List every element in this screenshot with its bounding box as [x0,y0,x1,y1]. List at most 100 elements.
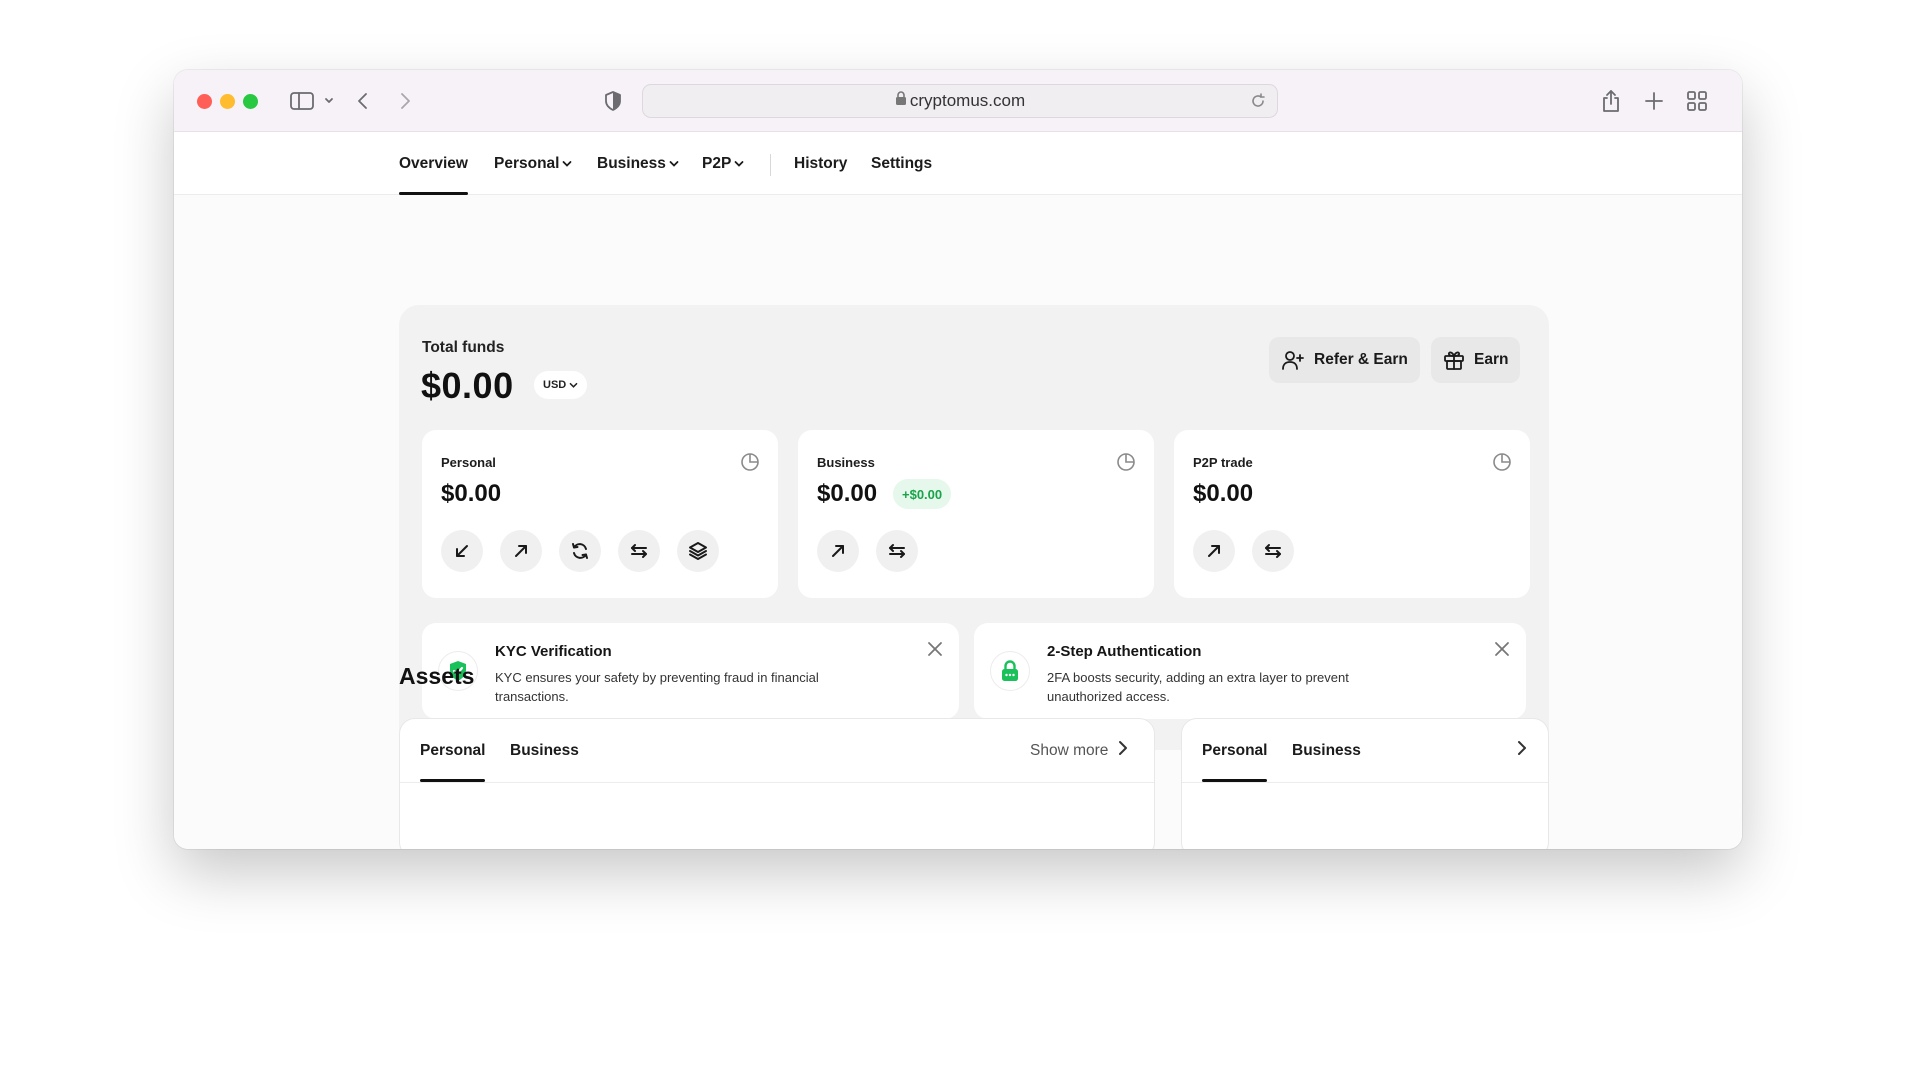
wallet-name: Business [817,455,875,470]
send-button[interactable] [1193,530,1235,572]
chevron-down-icon [563,160,572,167]
tab-personal[interactable]: Personal [1202,719,1268,782]
notice-text: 2FA boosts security, adding an extra lay… [1047,668,1349,706]
notice-text-line: KYC ensures your safety by preventing fr… [495,670,819,685]
refer-and-earn-button[interactable]: Refer & Earn [1269,337,1420,383]
tab-personal[interactable]: Personal [420,719,486,782]
minimize-window-button[interactable] [220,94,235,109]
wallet-amount: $0.00 [441,480,502,507]
close-window-button[interactable] [197,94,212,109]
pie-chart-icon[interactable] [740,452,760,477]
wallet-name: Personal [441,455,496,470]
url-text: cryptomus.com [909,91,1026,110]
nav-divider [770,154,771,176]
send-button[interactable] [500,530,542,572]
tab-overview-icon[interactable] [1684,88,1710,114]
close-icon[interactable] [1494,641,1510,662]
assets-list-card: Personal Business Show more [399,718,1155,849]
lock-icon [895,91,907,111]
total-funds-label: Total funds [422,339,505,356]
wallet-card-personal[interactable]: Personal $0.00 [422,430,778,598]
privacy-shield-icon[interactable] [602,88,624,114]
refer-and-earn-label: Refer & Earn [1314,351,1408,368]
wallet-actions [441,530,719,572]
arrow-up-right-icon [515,545,527,557]
tab-business-label: Business [1292,741,1361,759]
transfer-button[interactable] [876,530,918,572]
wallet-card-business[interactable]: Business $0.00 +$0.00 [798,430,1154,598]
tab-personal-label: Personal [420,741,486,759]
layers-icon [689,542,707,560]
kyc-notice[interactable]: KYC Verification KYC ensures your safety… [422,623,959,719]
receive-button[interactable] [441,530,483,572]
nav-business[interactable]: Business [597,132,679,195]
reload-icon[interactable] [1249,92,1267,115]
swap-icon [631,544,647,558]
nav-overview-label: Overview [399,154,468,172]
nav-business-label: Business [597,154,666,172]
assets-side-card: Personal Business [1181,718,1549,849]
chevron-right-icon [1517,740,1527,761]
notice-text-line: transactions. [495,689,569,704]
browser-window: cryptomus.com Overview Personal Business [174,70,1742,849]
tab-business[interactable]: Business [1292,719,1361,782]
notice-text-line: 2FA boosts security, adding an extra lay… [1047,670,1349,685]
wallet-actions [1193,530,1294,572]
wallet-card-p2p[interactable]: P2P trade $0.00 [1174,430,1530,598]
share-icon[interactable] [1598,88,1624,114]
chevron-down-icon [669,160,679,167]
two-factor-notice[interactable]: 2-Step Authentication 2FA boosts securit… [974,623,1526,719]
maximize-window-button[interactable] [243,94,258,109]
notice-text: KYC ensures your safety by preventing fr… [495,668,819,706]
currency-select[interactable]: USD [534,371,588,399]
notice-title: 2-Step Authentication [1047,643,1202,660]
show-more-label: Show more [1030,741,1109,759]
new-tab-icon[interactable] [1642,88,1666,114]
send-button[interactable] [817,530,859,572]
wallet-amount: $0.00 [817,480,878,507]
swap-icon [889,544,905,558]
wallet-actions [817,530,918,572]
nav-personal[interactable]: Personal [494,132,572,195]
sidebar-toggle-icon[interactable] [289,88,335,114]
tab-business-label: Business [510,741,579,759]
pie-chart-icon[interactable] [1492,452,1512,477]
arrow-up-right-icon [832,545,844,557]
swap-icon [1265,544,1281,558]
chevron-down-icon [734,160,744,167]
earn-button[interactable]: Earn [1431,337,1521,383]
notice-title: KYC Verification [495,643,612,660]
pie-chart-icon[interactable] [1116,452,1136,477]
browser-toolbar: cryptomus.com [174,70,1742,132]
refresh-icon [572,543,588,559]
tab-business[interactable]: Business [510,719,579,782]
change-badge: +$0.00 [893,479,952,509]
close-icon[interactable] [927,641,943,662]
assets-heading: Assets [399,663,475,689]
back-icon[interactable] [352,88,374,114]
nav-personal-label: Personal [494,154,560,172]
address-bar[interactable]: cryptomus.com [642,84,1278,118]
transfer-button[interactable] [618,530,660,572]
nav-overview[interactable]: Overview [399,132,468,195]
next-button[interactable] [1517,719,1527,782]
total-funds-amount: $0.00 [421,365,514,406]
wallet-amount: $0.00 [1193,480,1254,507]
tab-divider [1182,782,1548,783]
arrow-down-left-icon [456,545,468,557]
forward-icon[interactable] [394,88,416,114]
nav-history[interactable]: History [794,132,847,195]
nav-p2p[interactable]: P2P [702,132,744,195]
convert-button[interactable] [559,530,601,572]
show-more-link[interactable]: Show more [1030,719,1128,782]
lock-icon [990,651,1030,691]
nav-settings[interactable]: Settings [871,132,932,195]
transfer-button[interactable] [1252,530,1294,572]
nav-p2p-label: P2P [702,154,732,172]
add-user-icon [1282,351,1304,370]
wallet-name: P2P trade [1193,455,1253,470]
site-nav: Overview Personal Business P2P History S… [174,132,1742,195]
total-funds-panel: Total funds $0.00 USD Refer & Earn Earn … [399,305,1549,750]
tab-personal-label: Personal [1202,741,1268,759]
staking-button[interactable] [677,530,719,572]
